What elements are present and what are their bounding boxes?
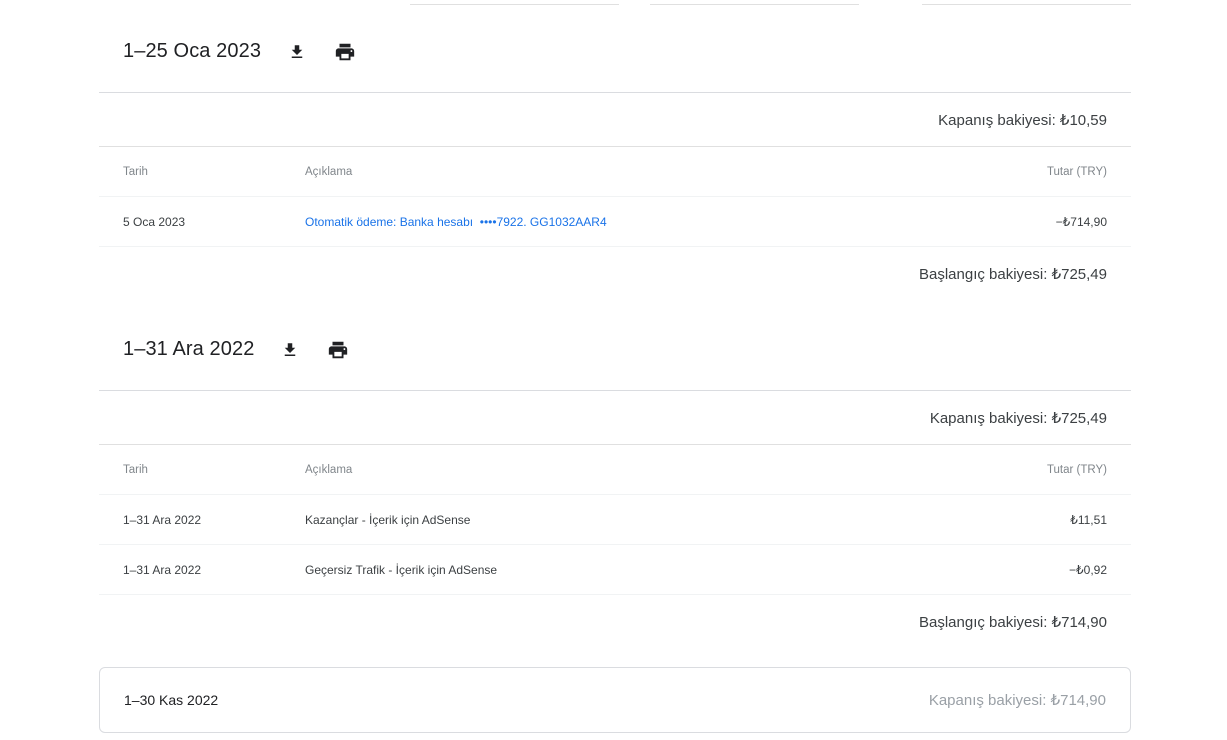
header-date: Tarih [123, 463, 148, 476]
statement-jan-2023: 1–25 Oca 2023 Kapanış bakiyesi: ₺10,59 T… [99, 11, 1131, 301]
table-row: 1–31 Ara 2022 Kazançlar - İçerik için Ad… [99, 495, 1131, 545]
top-partial-dividers [0, 4, 1227, 5]
print-icon [335, 43, 355, 60]
statement-nov-2022-collapsed[interactable]: 1–30 Kas 2022 Kapanış bakiyesi: ₺714,90 [99, 667, 1131, 733]
row-date: 5 Oca 2023 [123, 214, 186, 229]
opening-balance: Başlangıç bakiyesi: ₺725,49 [919, 266, 1107, 283]
row-amount: −₺714,90 [1055, 214, 1107, 229]
statement-header: 1–25 Oca 2023 [99, 11, 1131, 93]
header-date: Tarih [123, 165, 148, 178]
row-description: Geçersiz Trafik - İçerik için AdSense [305, 562, 498, 577]
header-description: Açıklama [305, 463, 353, 476]
top-divider-2 [650, 4, 859, 5]
closing-balance: Kapanış bakiyesi: ₺725,49 [99, 391, 1131, 445]
statement-title: 1–30 Kas 2022 [124, 692, 219, 708]
closing-balance: Kapanış bakiyesi: ₺714,90 [928, 692, 1106, 709]
opening-balance: Başlangıç bakiyesi: ₺714,90 [919, 614, 1107, 631]
table-header-row: Tarih Açıklama Tutar (TRY) [99, 147, 1131, 197]
statement-dec-2022: 1–31 Ara 2022 Kapanış bakiyesi: ₺725,49 … [99, 309, 1131, 649]
payments-statements-page: 1–25 Oca 2023 Kapanış bakiyesi: ₺10,59 T… [0, 0, 1227, 740]
autopay-link[interactable]: Otomatik ödeme: Banka hesabı ••••7922. G… [305, 215, 607, 229]
closing-balance: Kapanış bakiyesi: ₺10,59 [99, 93, 1131, 147]
statement-header: 1–31 Ara 2022 [99, 309, 1131, 391]
header-amount: Tutar (TRY) [1046, 165, 1107, 178]
print-button[interactable] [333, 40, 357, 64]
download-button[interactable] [285, 40, 309, 64]
download-icon [285, 342, 296, 356]
download-icon [291, 44, 303, 58]
print-icon [329, 341, 348, 358]
statement-title: 1–25 Oca 2023 [123, 40, 262, 62]
print-button[interactable] [326, 338, 350, 362]
header-description: Açıklama [305, 165, 353, 178]
statement-title: 1–31 Ara 2022 [123, 338, 255, 360]
download-button[interactable] [278, 338, 302, 362]
row-description: Kazançlar - İçerik için AdSense [305, 512, 471, 527]
row-date: 1–31 Ara 2022 [123, 512, 202, 527]
top-divider-1 [410, 4, 619, 5]
row-amount: −₺0,92 [1069, 562, 1107, 577]
table-header-row: Tarih Açıklama Tutar (TRY) [99, 445, 1131, 495]
header-amount: Tutar (TRY) [1046, 463, 1107, 476]
row-amount: ₺11,51 [1070, 512, 1107, 527]
top-divider-3 [922, 4, 1131, 5]
table-row: 5 Oca 2023 Otomatik ödeme: Banka hesabı … [99, 197, 1131, 247]
row-date: 1–31 Ara 2022 [123, 562, 202, 577]
table-row: 1–31 Ara 2022 Geçersiz Trafik - İçerik i… [99, 545, 1131, 595]
